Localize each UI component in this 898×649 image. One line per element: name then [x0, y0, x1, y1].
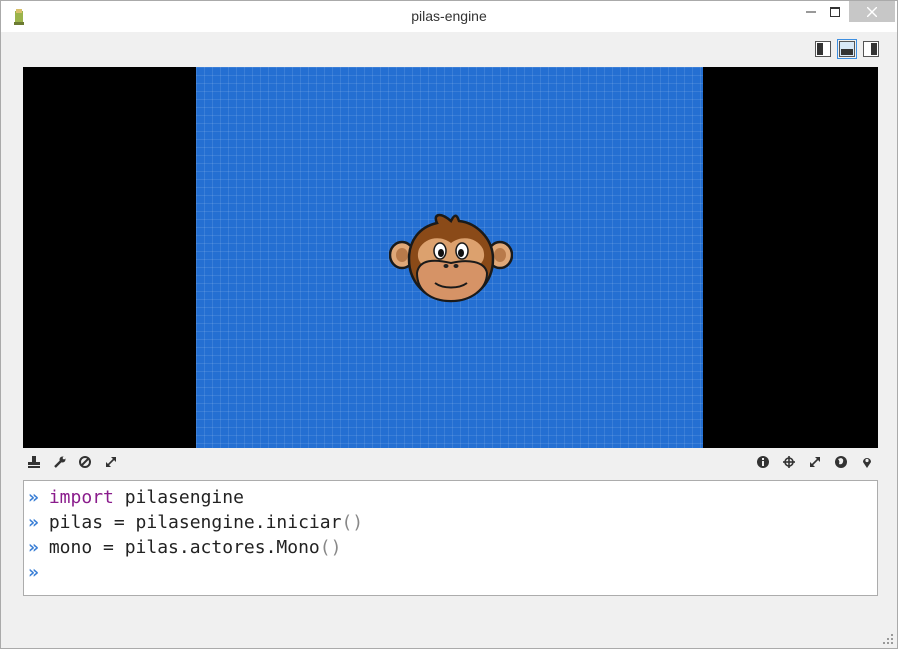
console-line: » import pilasengine — [28, 485, 244, 510]
console-line: » pilas = pilasengine.iniciar() — [28, 510, 363, 535]
stage-background — [196, 67, 703, 448]
console-input-line[interactable]: » — [28, 560, 49, 585]
globe-icon[interactable] — [832, 453, 850, 471]
resize-icon[interactable] — [102, 453, 120, 471]
layout-left-icon[interactable] — [815, 41, 831, 57]
resize-grip-icon[interactable] — [883, 634, 893, 644]
canvas-toolbar — [23, 453, 878, 473]
close-icon — [867, 6, 877, 17]
code-paren: () — [319, 537, 342, 558]
expand-icon[interactable] — [806, 453, 824, 471]
title-bar[interactable]: pilas-engine — [1, 1, 897, 32]
layout-switcher — [815, 39, 879, 59]
minimize-icon — [806, 11, 816, 12]
pin-icon[interactable] — [858, 453, 876, 471]
code-keyword: import — [48, 487, 114, 508]
game-canvas[interactable] — [23, 67, 878, 448]
close-button[interactable] — [849, 1, 895, 22]
info-icon[interactable] — [754, 453, 772, 471]
code-text: pilasengine — [113, 487, 244, 508]
prompt-symbol: » — [28, 487, 39, 508]
layout-bottom-icon[interactable] — [837, 39, 857, 59]
block-icon[interactable] — [76, 453, 94, 471]
maximize-button[interactable] — [823, 1, 847, 22]
code-text: pilas = pilasengine.iniciar — [48, 512, 342, 533]
minimize-button[interactable] — [799, 1, 823, 22]
crosshair-icon[interactable] — [780, 453, 798, 471]
prompt-symbol: » — [28, 562, 39, 583]
save-icon[interactable] — [25, 453, 43, 471]
code-paren: () — [341, 512, 364, 533]
prompt-symbol: » — [28, 512, 39, 533]
monkey-actor[interactable] — [389, 209, 513, 307]
layout-right-icon[interactable] — [863, 41, 879, 57]
wrench-icon[interactable] — [51, 453, 69, 471]
code-text: mono = pilas.actores.Mono — [48, 537, 320, 558]
maximize-icon — [830, 6, 840, 17]
python-console[interactable]: » import pilasengine » pilas = pilasengine… — [23, 480, 878, 596]
prompt-symbol: » — [28, 537, 39, 558]
console-line: » mono = pilas.actores.Mono() — [28, 535, 341, 560]
window-title: pilas-engine — [411, 8, 487, 24]
app-window: pilas-engine » import pilasengine » pila… — [0, 0, 898, 649]
